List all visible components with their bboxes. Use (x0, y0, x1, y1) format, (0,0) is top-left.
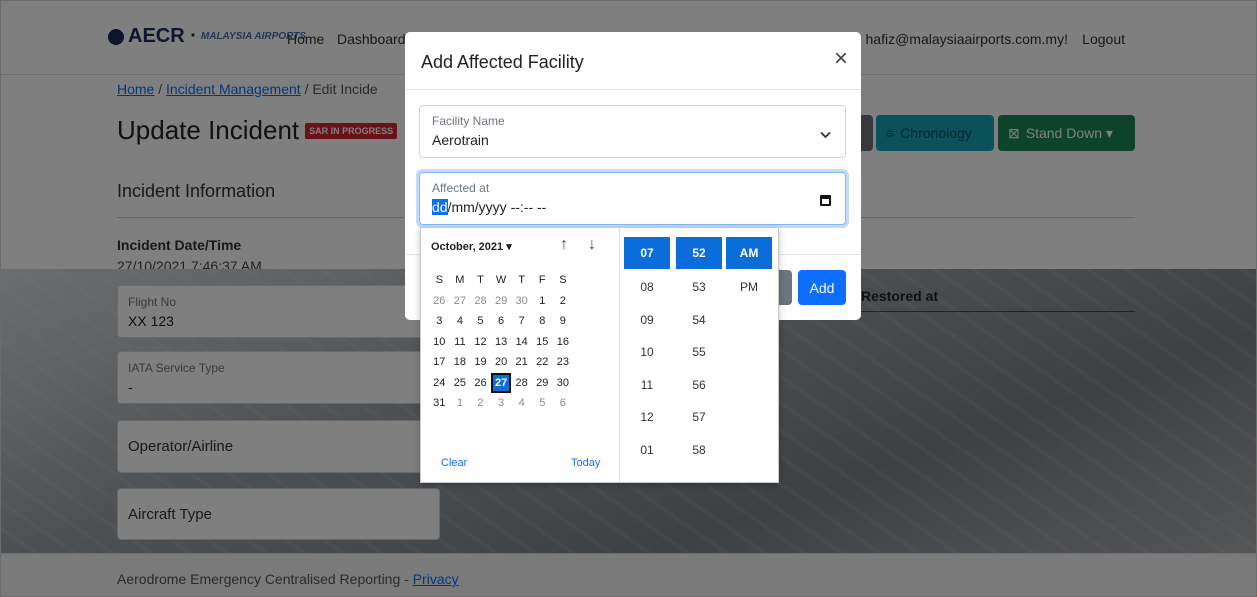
minute-column: 52 53 54 55 56 57 58 (676, 237, 722, 466)
add-button[interactable]: Add (798, 270, 846, 305)
minute-option[interactable]: 56 (676, 369, 722, 402)
calendar-day[interactable]: 24 (429, 373, 450, 394)
calendar-day[interactable]: 18 (450, 352, 471, 373)
calendar-day[interactable]: 14 (511, 332, 532, 353)
chevron-down-icon (820, 128, 831, 142)
minute-option[interactable]: 55 (676, 336, 722, 369)
calendar-week-row: 26 27 28 29 30 1 2 (429, 291, 613, 312)
hour-option[interactable]: 08 (624, 271, 670, 304)
calendar-grid: S M T W T F S 26 27 28 29 30 1 2 3 4 5 6… (429, 270, 613, 414)
calendar-day[interactable]: 27 (450, 291, 471, 312)
hour-option[interactable]: 10 (624, 336, 670, 369)
facility-name-value: Aerotrain (432, 132, 489, 148)
facility-name-label: Facility Name (432, 114, 505, 128)
ampm-option-selected[interactable]: AM (726, 237, 772, 269)
calendar-day[interactable]: 20 (491, 352, 512, 373)
calendar-day[interactable]: 9 (553, 311, 574, 332)
calendar-day[interactable]: 10 (429, 332, 450, 353)
affected-at-datetime-input[interactable]: Affected at dd/mm/yyyy --:-- -- (419, 172, 846, 225)
weekday-header: T (477, 274, 484, 286)
calendar-day[interactable]: 13 (491, 332, 512, 353)
weekday-header: W (495, 274, 507, 286)
calendar-day[interactable]: 3 (429, 311, 450, 332)
affected-at-day-segment[interactable]: dd (432, 199, 448, 215)
minute-option[interactable]: 58 (676, 434, 722, 467)
picker-divider (619, 228, 620, 482)
modal-header: Add Affected Facility × (405, 32, 861, 90)
calendar-day[interactable]: 28 (511, 373, 532, 394)
hour-option-selected[interactable]: 07 (624, 237, 670, 269)
calendar-day[interactable]: 29 (532, 373, 553, 394)
close-icon[interactable]: × (834, 47, 848, 71)
calendar-day[interactable]: 26 (470, 373, 491, 394)
weekday-header: T (518, 274, 526, 286)
ampm-option[interactable]: PM (726, 271, 772, 304)
clear-button[interactable]: Clear (441, 457, 467, 469)
calendar-week-row: 10 11 12 13 14 15 16 (429, 332, 613, 353)
calendar-icon[interactable] (820, 195, 831, 206)
modal-title: Add Affected Facility (421, 52, 584, 72)
calendar-day[interactable]: 8 (532, 311, 553, 332)
calendar-day[interactable]: 19 (470, 352, 491, 373)
month-year-dropdown[interactable]: October, 2021 ▾ (431, 240, 512, 253)
calendar-day[interactable]: 6 (553, 393, 574, 414)
today-button[interactable]: Today (571, 457, 600, 469)
calendar-day[interactable]: 11 (450, 332, 471, 353)
weekday-header: S (559, 274, 567, 286)
calendar-day[interactable]: 23 (553, 352, 574, 373)
facility-name-select[interactable]: Facility Name Aerotrain (419, 105, 846, 158)
calendar-day[interactable]: 29 (491, 291, 512, 312)
browser-viewport: AECR · MALAYSIA AIRPORTS Home Dashboard … (0, 0, 1257, 597)
calendar-day[interactable]: 2 (553, 291, 574, 312)
affected-at-value: dd/mm/yyyy --:-- -- (432, 199, 546, 215)
hour-option[interactable]: 09 (624, 304, 670, 337)
calendar-day[interactable]: 7 (511, 311, 532, 332)
calendar-day[interactable]: 21 (511, 352, 532, 373)
calendar-day[interactable]: 26 (429, 291, 450, 312)
calendar-week-row: 17 18 19 20 21 22 23 (429, 352, 613, 373)
calendar-day[interactable]: 30 (511, 291, 532, 312)
ampm-column: AM PM (726, 237, 772, 304)
hour-option[interactable]: 12 (624, 401, 670, 434)
calendar-day[interactable]: 4 (511, 393, 532, 414)
calendar-day[interactable]: 1 (532, 291, 553, 312)
minute-option[interactable]: 57 (676, 401, 722, 434)
calendar-day[interactable]: 16 (553, 332, 574, 353)
minute-option[interactable]: 53 (676, 271, 722, 304)
calendar-day[interactable]: 17 (429, 352, 450, 373)
hour-option[interactable]: 11 (624, 369, 670, 402)
calendar-day[interactable]: 28 (470, 291, 491, 312)
hour-column: 07 08 09 10 11 12 01 (624, 237, 670, 466)
calendar-week-row: 31 1 2 3 4 5 6 (429, 393, 613, 414)
calendar-day[interactable]: 1 (450, 393, 471, 414)
calendar-day[interactable]: 5 (532, 393, 553, 414)
calendar-week-row: 24 25 26 27 28 29 30 (429, 372, 613, 394)
weekday-header: F (538, 274, 546, 286)
calendar-day[interactable]: 15 (532, 332, 553, 353)
calendar-day[interactable]: 4 (450, 311, 471, 332)
hour-option[interactable]: 01 (624, 434, 670, 467)
calendar-day[interactable]: 2 (470, 393, 491, 414)
previous-month-icon[interactable]: ↑ (560, 236, 568, 254)
calendar-day[interactable]: 31 (429, 393, 450, 414)
datetime-picker-popup: October, 2021 ▾ ↑ ↓ S M T W T F S 26 27 … (420, 227, 779, 483)
calendar-day[interactable]: 30 (553, 373, 574, 394)
calendar-day[interactable]: 3 (491, 393, 512, 414)
calendar-day[interactable]: 6 (491, 311, 512, 332)
weekday-header: S (435, 274, 443, 286)
calendar-day[interactable]: 25 (450, 373, 471, 394)
calendar-day[interactable]: 12 (470, 332, 491, 353)
affected-at-label: Affected at (432, 181, 490, 195)
minute-option-selected[interactable]: 52 (676, 237, 722, 269)
next-month-icon[interactable]: ↓ (588, 236, 596, 254)
weekday-header: M (455, 274, 465, 286)
calendar-panel: October, 2021 ▾ ↑ ↓ S M T W T F S 26 27 … (421, 228, 619, 482)
weekday-header-row: S M T W T F S (429, 270, 613, 291)
affected-at-rest: /mm/yyyy --:-- -- (447, 199, 547, 215)
calendar-day[interactable]: 5 (470, 311, 491, 332)
calendar-day-selected[interactable]: 27 (490, 372, 512, 393)
calendar-day[interactable]: 22 (532, 352, 553, 373)
calendar-week-row: 3 4 5 6 7 8 9 (429, 311, 613, 332)
minute-option[interactable]: 54 (676, 304, 722, 337)
